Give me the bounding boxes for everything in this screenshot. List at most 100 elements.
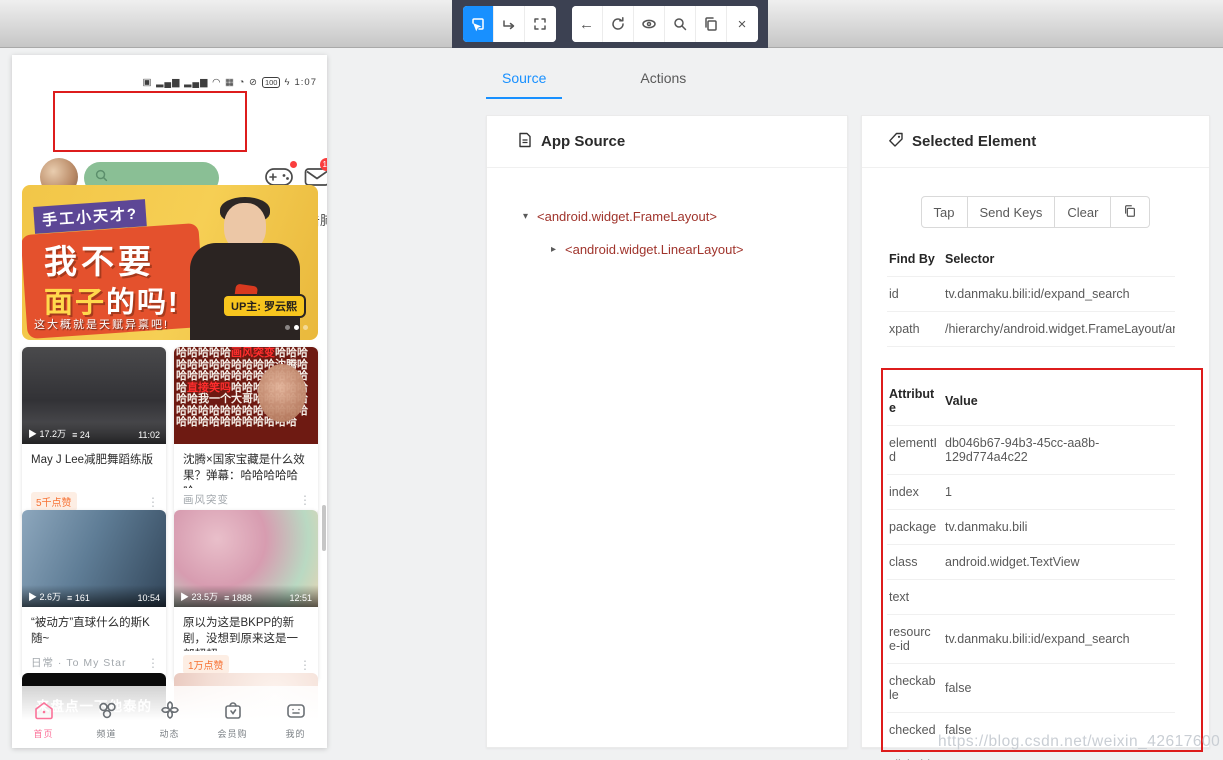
element-action-buttons: Tap Send Keys Clear	[862, 196, 1209, 228]
play-icon: ▶	[180, 592, 189, 602]
nav-home[interactable]: 首页	[20, 700, 68, 740]
video-thumbnail: 哈哈哈哈哈画风突变哈哈哈哈哈哈哈哈哈哈哈哈沈腾哈哈哈哈哈哈哈哈哈哈哈哈哈哈直接笑…	[174, 347, 318, 444]
table-row[interactable]: checkablefalse	[887, 664, 1175, 713]
caret-right-icon[interactable]: ▸	[551, 244, 565, 255]
banner-title-rest: 的吗!	[106, 287, 180, 319]
nav-channel[interactable]: 频道	[83, 700, 131, 740]
battery-icon: 100	[262, 77, 281, 88]
copy-icon	[1123, 204, 1137, 221]
menu-dots-icon[interactable]: ⋮	[147, 495, 159, 509]
swipe-icon	[501, 16, 517, 32]
banner-title-line2: 面子的吗!	[44, 279, 180, 321]
back-button[interactable]: ←	[572, 6, 603, 42]
video-duration: 11:02	[138, 430, 160, 440]
find-by-table: Find By Selector id tv.danmaku.bili:id/e…	[887, 242, 1175, 347]
comments-icon: ≡	[72, 430, 77, 440]
banner-title-line1: 我不要	[44, 235, 155, 283]
close-button[interactable]: ×	[727, 6, 758, 42]
video-title: 沈腾×国家宝藏是什么效果？弹幕：哈哈哈哈哈哈	[174, 444, 318, 488]
tag-icon	[888, 132, 904, 152]
table-row[interactable]: classandroid.widget.TextView	[887, 545, 1175, 580]
app-source-panel: App Source ▾ <android.widget.FrameLayout…	[486, 115, 848, 748]
home-icon	[33, 707, 55, 724]
comments-icon: ≡	[224, 593, 229, 603]
table-row[interactable]: index1	[887, 475, 1175, 510]
carousel-dots[interactable]	[285, 325, 308, 330]
eye-button[interactable]	[634, 6, 665, 42]
shop-icon	[222, 707, 244, 724]
col-value: Value	[943, 377, 1175, 426]
banner-title-highlight: 面子	[44, 287, 106, 319]
tree-node[interactable]: ▾ <android.widget.FrameLayout>	[487, 200, 847, 233]
attributes-table: Attribute Value elementIddb046b67-94b3-4…	[887, 377, 1175, 760]
video-stats: ▶ 23.5万 ≡ 1888 12:51	[174, 585, 318, 607]
video-card[interactable]: ▶ 2.6万 ≡ 161 10:54 “被动方”直球什么的斯K随~ 日常 · T…	[22, 510, 166, 678]
status-time: 1:07	[295, 77, 318, 88]
video-thumbnail: ▶ 23.5万 ≡ 1888 12:51	[174, 510, 318, 607]
video-card[interactable]: ▶ 23.5万 ≡ 1888 12:51 原以为这是BKPP的新剧，没想到原来这…	[174, 510, 318, 682]
col-find-by: Find By	[887, 242, 943, 277]
nav-shop[interactable]: 会员购	[209, 700, 257, 740]
menu-dots-icon[interactable]: ⋮	[299, 493, 311, 507]
charging-icon: ϟ	[284, 77, 290, 88]
banner-person	[190, 203, 300, 340]
screen-region-button[interactable]	[525, 6, 556, 42]
clear-button[interactable]: Clear	[1055, 196, 1111, 228]
copy-button[interactable]	[696, 6, 727, 42]
tab-actions[interactable]: Actions	[624, 64, 702, 98]
tab-source[interactable]: Source	[486, 64, 562, 98]
copy-selector-button[interactable]	[1111, 196, 1150, 228]
device-screenshot-panel[interactable]: ▣ ▂▄▆ ▂▄▆ ◠ ▦ ◔ ⊘ 100 ϟ 1:07 13 直播 推荐 热门…	[12, 55, 327, 748]
menu-dots-icon[interactable]: ⋮	[299, 658, 311, 672]
app-window: ← ×	[0, 0, 1223, 760]
video-card[interactable]: ▶ 17.2万 ≡ 24 11:02 May J Lee减肥舞蹈练版 5千点赞 …	[22, 347, 166, 519]
menu-dots-icon[interactable]: ⋮	[147, 656, 159, 670]
video-title: May J Lee减肥舞蹈练版	[22, 444, 166, 488]
table-row[interactable]: id tv.danmaku.bili:id/expand_search	[887, 277, 1175, 312]
nav-dynamic[interactable]: 动态	[146, 700, 194, 740]
send-keys-button[interactable]: Send Keys	[968, 196, 1056, 228]
subtitle-tag: 日常 · To My Star	[31, 655, 127, 670]
table-header-row: Find By Selector	[887, 242, 1175, 277]
video-duration: 10:54	[137, 593, 160, 603]
search-button[interactable]	[665, 6, 696, 42]
table-row[interactable]: xpath /hierarchy/android.widget.FrameLay…	[887, 312, 1175, 347]
tap-button[interactable]: Tap	[921, 196, 968, 228]
video-duration: 12:51	[289, 593, 312, 603]
phone-panel-scrollbar[interactable]	[322, 505, 326, 551]
table-row[interactable]: elementIddb046b67-94b3-45cc-aa8b-129d774…	[887, 426, 1175, 475]
table-header-row: Attribute Value	[887, 377, 1175, 426]
video-stats: ▶ 17.2万 ≡ 24 11:02	[22, 422, 166, 444]
like-tag: 1万点赞	[183, 655, 229, 674]
eye-icon	[641, 16, 657, 32]
refresh-button[interactable]	[603, 6, 634, 42]
status-icons: ▣ ▂▄▆ ▂▄▆ ◠ ▦ ◔ ⊘	[142, 77, 257, 88]
swipe-gesture-button[interactable]	[494, 6, 525, 42]
col-selector: Selector	[943, 242, 1175, 277]
select-element-button[interactable]	[463, 6, 494, 42]
source-tree: ▾ <android.widget.FrameLayout> ▸ <androi…	[487, 168, 847, 266]
caret-down-icon[interactable]: ▾	[523, 211, 537, 222]
nav-mine[interactable]: 我的	[272, 700, 320, 740]
col-attribute: Attribute	[887, 377, 943, 426]
phone-status-bar: ▣ ▂▄▆ ▂▄▆ ◠ ▦ ◔ ⊘ 100 ϟ 1:07	[142, 77, 317, 88]
inspector-tabs: Source Actions	[486, 64, 702, 98]
watermark-text: https://blog.csdn.net/weixin_42617600	[938, 733, 1220, 751]
back-icon: ←	[579, 16, 594, 33]
tree-node[interactable]: ▸ <android.widget.LinearLayout>	[487, 233, 847, 266]
action-button-group: ← ×	[572, 6, 758, 42]
video-thumbnail: ▶ 17.2万 ≡ 24 11:02	[22, 347, 166, 444]
mode-button-group	[463, 6, 556, 42]
refresh-icon	[610, 16, 626, 32]
video-thumbnail: ▶ 2.6万 ≡ 161 10:54	[22, 510, 166, 607]
table-row[interactable]: text	[887, 580, 1175, 615]
table-row[interactable]: packagetv.danmaku.bili	[887, 510, 1175, 545]
screen-region-icon	[532, 16, 548, 32]
search-icon	[672, 16, 688, 32]
carousel-banner[interactable]: 手工小天才? 我不要 面子的吗! UP主: 罗云熙 这大概就是天赋异禀吧!	[22, 185, 318, 340]
panel-title: App Source	[541, 133, 625, 150]
panel-title: Selected Element	[912, 133, 1036, 150]
video-card[interactable]: 哈哈哈哈哈画风突变哈哈哈哈哈哈哈哈哈哈哈哈沈腾哈哈哈哈哈哈哈哈哈哈哈哈哈哈直接笑…	[174, 347, 318, 515]
like-tag: 5千点赞	[31, 492, 77, 511]
table-row[interactable]: resource-idtv.danmaku.bili:id/expand_sea…	[887, 615, 1175, 664]
